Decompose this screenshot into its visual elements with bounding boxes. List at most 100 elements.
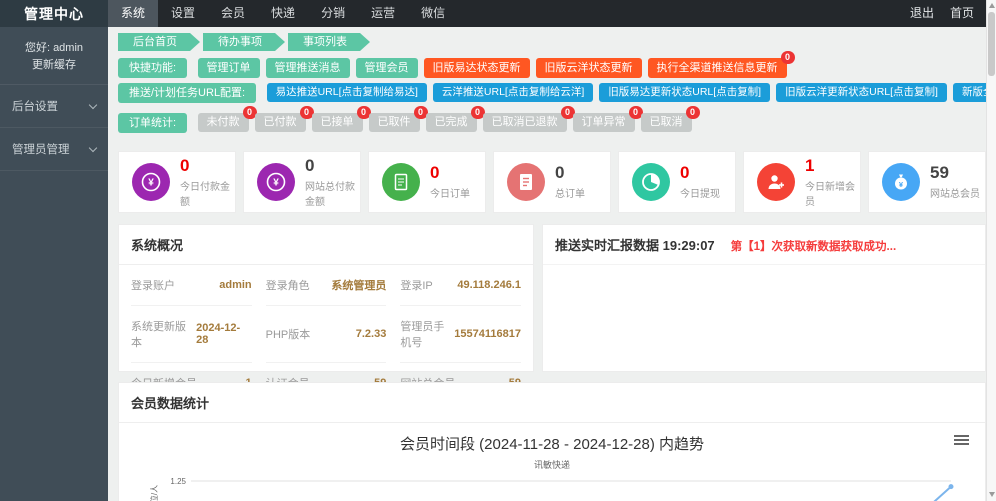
system-info-cell: 系统更新版本 2024-12-28 (131, 306, 252, 363)
system-info-value: 2024-12-28 (196, 322, 241, 346)
sidebar-item-label: 管理员管理 (12, 144, 70, 156)
legacy-update-button[interactable]: 旧版易达状态更新 (423, 58, 530, 78)
stat-card-meta: 59 网站总会员 (930, 163, 980, 201)
system-info-label: 登录账户 (131, 280, 175, 292)
system-overview-panel: 系统概况 登录账户 admin 登录角色 系统管理员 登录IP 49.118.246.1 系… (118, 224, 534, 390)
sidebar-item[interactable]: 管理员管理 (0, 128, 108, 171)
order-status-button[interactable]: 已取消已退款 0 (482, 106, 575, 132)
system-info-value: admin (219, 279, 252, 291)
quick-button[interactable]: 管理推送消息 (265, 58, 350, 78)
info-panels: 系统概况 登录账户 admin 登录角色 系统管理员 登录IP 49.118.246.1 系… (118, 224, 986, 390)
refresh-cache-link[interactable]: 更新缓存 (4, 57, 104, 74)
top-nav: 系统 设置 会员 快递 分销 运营 微信 (108, 0, 458, 27)
topnav-item[interactable]: 分销 (308, 0, 358, 27)
order-status-button[interactable]: 已取件 0 (368, 106, 428, 132)
svg-text:¥: ¥ (148, 178, 154, 189)
topnav-item[interactable]: 会员 (208, 0, 258, 27)
system-info-label: 登录IP (400, 280, 433, 292)
member-trend-chart: 会员时间段 (2024-11-28 - 2024-12-28) 内趋势 讯敏快递… (119, 423, 985, 501)
system-info-value: 49.118.246.1 (457, 279, 521, 291)
url-copy-button[interactable]: 易达推送URL[点击复制给易达] (266, 83, 427, 102)
system-info-cell: 登录角色 系统管理员 (265, 265, 387, 306)
order-status-button[interactable]: 已完成 0 (425, 106, 485, 132)
stat-label: 今日订单 (430, 189, 470, 200)
chart-menu-icon[interactable] (954, 435, 969, 447)
stat-card-meta: 0 今日提现 (680, 164, 720, 201)
yen-circle-icon: ¥ (257, 163, 295, 201)
breadcrumb-item[interactable]: 待办事项 (203, 33, 285, 51)
order-status-button[interactable]: 已付款 0 (254, 106, 314, 132)
topnav-item[interactable]: 系统 (108, 0, 159, 27)
stat-label: 今日付款金额 (180, 181, 230, 208)
stat-value: 59 (930, 163, 949, 182)
stat-cards: ¥0 今日付款金额 ¥0 网站总付款金额 0 今日订单 0 总订单 0 今日提现 1 今日新增会员 ¥5… (118, 151, 986, 213)
money-bag-icon: ¥ (882, 163, 920, 201)
quick-button[interactable]: 管理订单 (197, 58, 260, 78)
sidebar-item[interactable]: 后台设置 (0, 85, 108, 128)
stat-value: 0 (305, 155, 315, 175)
stat-card-meta: 0 总订单 (555, 163, 585, 201)
quick-buttons: 管理订单 管理推送消息 管理会员 旧版易达状态更新 旧版云洋状态更新 执行全渠道推送信息更… (197, 51, 795, 78)
yen-circle-icon: ¥ (132, 163, 170, 201)
quick-row-label: 快捷功能: (118, 58, 188, 78)
topnav-item[interactable]: 设置 (158, 0, 208, 27)
member-stats-panel: 会员数据统计 会员时间段 (2024-11-28 - 2024-12-28) 内… (118, 382, 986, 501)
pie-icon (632, 163, 670, 201)
order-status-buttons: 未付款 0 已付款 0 已接单 0 已取件 0 已完成 0 已取消已退款 0 订单异常 0 已取消 0 (197, 106, 700, 132)
stat-label: 今日提现 (680, 189, 720, 200)
system-info-label: 系统更新版本 (131, 321, 186, 349)
stat-label: 网站总付款金额 (305, 181, 355, 208)
order-status-button[interactable]: 订单异常 0 (572, 106, 643, 132)
greeting-text: 您好: admin (24, 42, 84, 54)
order-status-button[interactable]: 已取消 0 (640, 106, 700, 132)
order-status-button[interactable]: 未付款 0 (197, 106, 257, 132)
url-copy-button[interactable]: 旧版易达更新状态URL[点击复制] (599, 83, 771, 102)
scroll-up-icon[interactable] (989, 3, 995, 8)
stat-value: 1 (805, 155, 815, 175)
topnav-item[interactable]: 微信 (408, 0, 458, 27)
sidebar-menu: 后台设置 管理员管理 (0, 85, 108, 171)
push-report-panel: 推送实时汇报数据 19:29:07 第【1】次获取新数据获取成功... (542, 224, 986, 372)
stat-label: 总订单 (555, 189, 585, 200)
count-badge: 0 (685, 106, 700, 119)
url-buttons: 易达推送URL[点击复制给易达] 云洋推送URL[点击复制给云洋] 旧版易达更新状态… (266, 83, 996, 102)
legacy-update-button[interactable]: 执行全渠道推送信息更新 0 (647, 51, 795, 78)
topnav-item[interactable]: 快递 (258, 0, 308, 27)
legacy-update-button[interactable]: 旧版云洋状态更新 (535, 58, 642, 78)
order-status-button[interactable]: 已接单 0 (311, 106, 371, 132)
system-info-value: 15574116817 (454, 328, 521, 340)
url-copy-button[interactable]: 云洋推送URL[点击复制给云洋] (432, 83, 594, 102)
svg-text:¥: ¥ (273, 178, 279, 189)
stat-card-meta: 0 今日订单 (430, 164, 470, 201)
stat-value: 0 (555, 163, 565, 182)
app-root: 管理中心 系统 设置 会员 快递 分销 运营 微信 退出 首页 您好: admin 更新缓存 … (0, 0, 996, 501)
scroll-down-icon[interactable] (989, 492, 995, 497)
topnav-link[interactable]: 退出 (910, 0, 934, 27)
system-info-cell: PHP版本 7.2.33 (265, 306, 387, 363)
document-icon (382, 163, 420, 201)
receipt-icon (507, 163, 545, 201)
breadcrumb: 后台首页 待办事项 事项列表 (118, 33, 986, 51)
stat-card: ¥0 今日付款金额 (118, 151, 236, 213)
quick-button[interactable]: 管理会员 (355, 58, 418, 78)
stat-card-meta: 0 今日付款金额 (180, 156, 235, 208)
sidebar-item-label: 后台设置 (12, 101, 58, 113)
vertical-scrollbar[interactable] (986, 0, 996, 501)
chart-subtitle: 讯敏快递 (533, 460, 570, 470)
scrollbar-thumb[interactable] (988, 12, 995, 76)
chevron-down-icon (88, 143, 98, 152)
app-title: 管理中心 (0, 0, 108, 27)
system-panel-title: 系统概况 (119, 225, 533, 265)
breadcrumb-item[interactable]: 后台首页 (118, 33, 200, 51)
system-info-label: 管理员手机号 (400, 321, 445, 349)
system-info-label: 登录角色 (265, 280, 310, 292)
breadcrumb-item[interactable]: 事项列表 (288, 33, 370, 51)
main-layout: 您好: admin 更新缓存 后台设置管理员管理 后台首页 待办事项 事项列表 快捷… (0, 27, 996, 501)
topnav-link[interactable]: 首页 (950, 0, 974, 27)
url-copy-button[interactable]: 旧版云洋更新状态URL[点击复制] (776, 83, 947, 102)
order-stats-row: 订单统计: 未付款 0 已付款 0 已接单 0 已取件 0 已完成 0 已取消已退款 0 订单异常 0 已取… (118, 106, 986, 133)
chart-title: 会员时间段 (2024-11-28 - 2024-12-28) 内趋势 (400, 436, 704, 453)
push-panel-header: 推送实时汇报数据 19:29:07 第【1】次获取新数据获取成功... (543, 225, 985, 265)
topnav-item[interactable]: 运营 (358, 0, 408, 27)
top-nav-right: 退出 首页 (910, 0, 996, 27)
